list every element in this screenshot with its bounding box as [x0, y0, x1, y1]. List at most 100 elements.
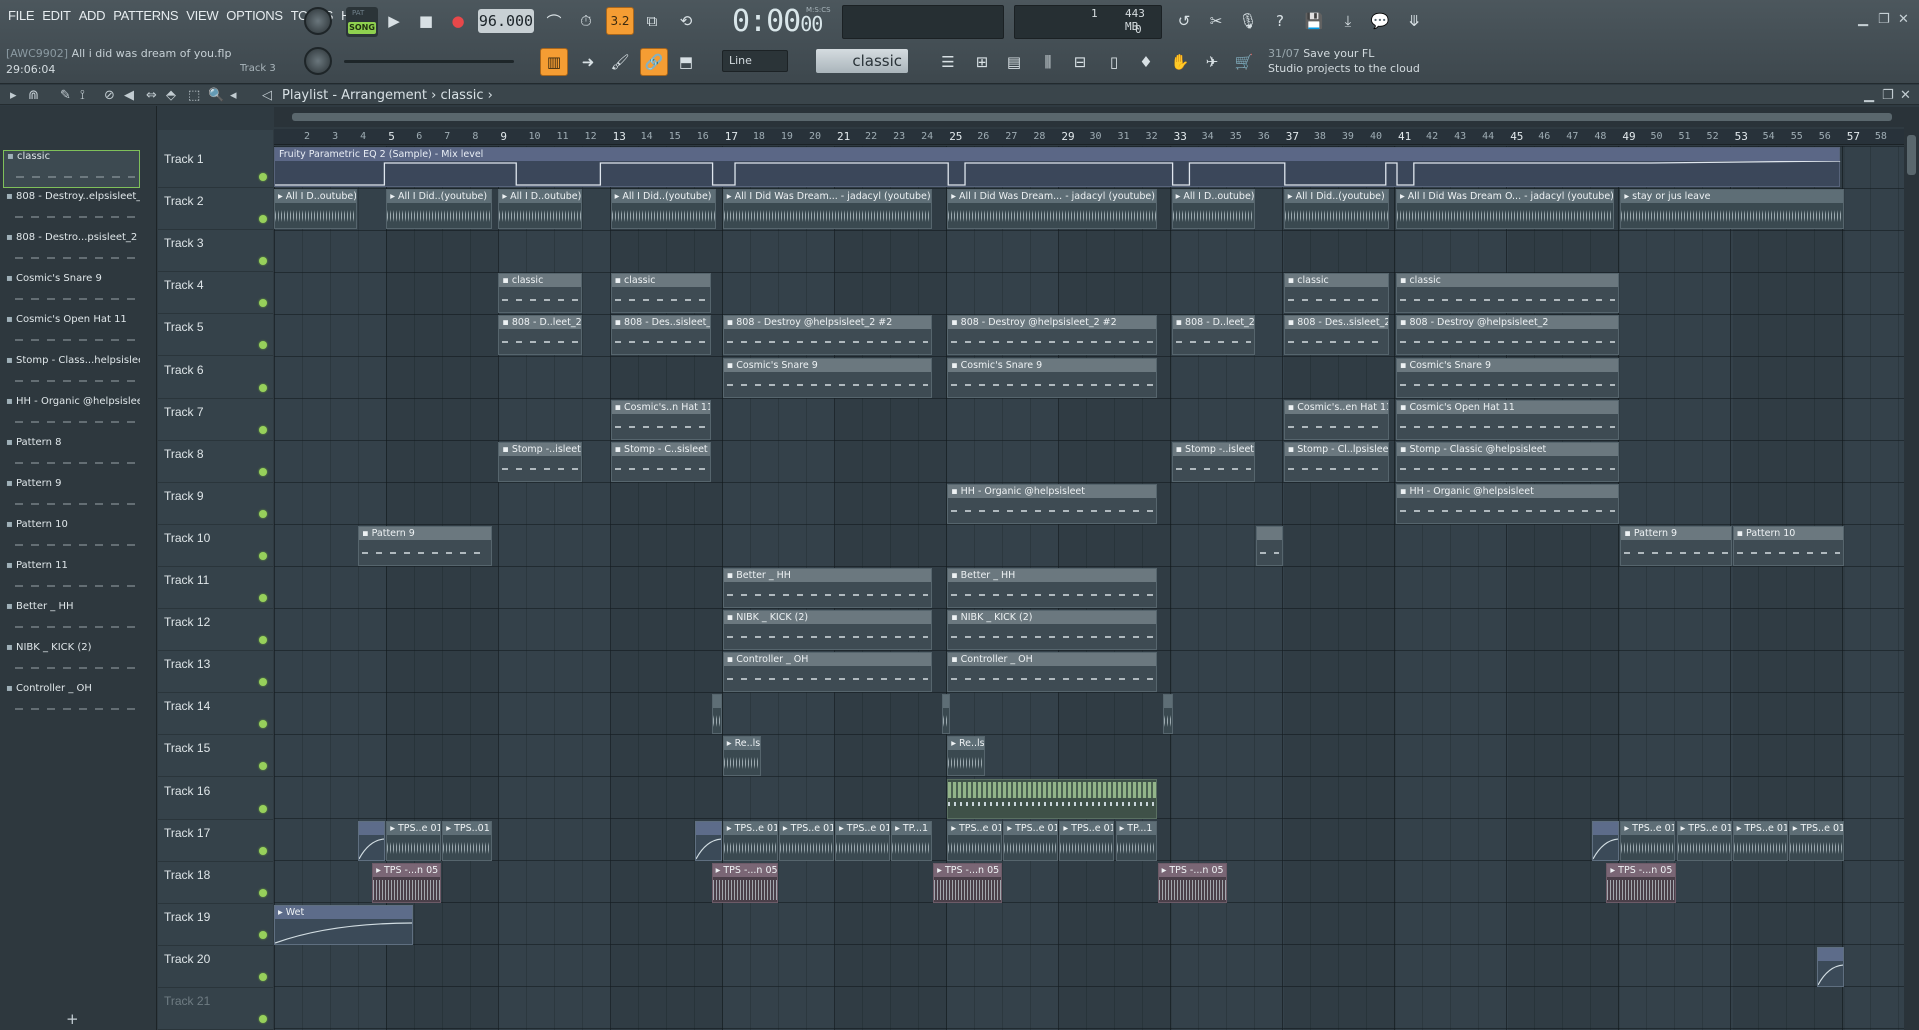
- cut-icon[interactable]: ✂: [1202, 7, 1230, 35]
- playlist-clip[interactable]: ▸ TPS..e 01: [1788, 820, 1844, 861]
- paint-icon[interactable]: ⟟: [80, 88, 85, 103]
- track-header[interactable]: Track 17: [158, 820, 273, 862]
- piano-roll-icon[interactable]: ▥: [540, 48, 568, 76]
- wait-input-icon[interactable]: ⏱: [572, 7, 600, 35]
- playlist-clip[interactable]: ▸ Wet: [274, 904, 414, 945]
- picker-item[interactable]: 808 - Destro...psisleet_2 #2: [3, 232, 140, 270]
- plugin-database-icon[interactable]: ♦: [1132, 48, 1160, 76]
- menu-patterns[interactable]: PATTERNS: [109, 8, 182, 23]
- track-header[interactable]: Track 8: [158, 441, 273, 483]
- playlist-clip[interactable]: [694, 820, 722, 861]
- mixer-icon[interactable]: ⫼: [1034, 48, 1062, 76]
- playlist-clip[interactable]: [358, 820, 386, 861]
- track-header[interactable]: Track 7: [158, 399, 273, 441]
- slice-icon[interactable]: ⬘: [166, 88, 176, 103]
- track-header[interactable]: Track 4: [158, 272, 273, 315]
- select-icon[interactable]: ⬚: [188, 88, 200, 103]
- playlist-clip[interactable]: ▪ classic: [1283, 273, 1390, 314]
- step-sequencer-icon[interactable]: ⊞: [968, 48, 996, 76]
- playlist-clip[interactable]: ▪ Better _ HH: [947, 568, 1157, 608]
- horizontal-scrollbar[interactable]: [274, 107, 1904, 127]
- browser-icon[interactable]: ⊟: [1066, 48, 1094, 76]
- playlist-clip[interactable]: ▪ 808 - Des..sisleet_2: [1283, 315, 1390, 356]
- playlist-clip[interactable]: ▪ Cosmic's Snare 9: [947, 357, 1157, 398]
- track-header[interactable]: Track 5: [158, 314, 273, 357]
- timeline-ruler[interactable]: 2 3 4 5 6 7 8 9 10 11 12 13 14 15 16 17 18 19 20 21 22 23 24 25…: [274, 129, 1904, 145]
- snap-select[interactable]: Line: [722, 50, 788, 72]
- track-mute-led[interactable]: [259, 888, 267, 897]
- main-pitch-knob[interactable]: [304, 47, 332, 75]
- playlist-icon[interactable]: ☰: [934, 48, 962, 76]
- playlist-clip[interactable]: ▸ TPS..e 01: [722, 820, 778, 861]
- playlist-clip[interactable]: ▸ All I Did..(youtube): [610, 189, 717, 230]
- playlist-clip[interactable]: ▪ Cosmic's..n Hat 11: [610, 399, 711, 440]
- metronome-icon[interactable]: ⌒: [540, 7, 568, 35]
- playlist-clip[interactable]: ▪ 808 - Des..sisleet_2: [610, 315, 711, 356]
- vertical-scrollbar[interactable]: [1904, 107, 1919, 1030]
- menu-add[interactable]: ADD: [75, 8, 110, 23]
- slip-icon[interactable]: ⇔: [146, 88, 157, 103]
- news-panel[interactable]: 31/07 Save your FL Studio projects to th…: [1268, 46, 1428, 76]
- picker-item[interactable]: Cosmic's Open Hat 11: [3, 314, 140, 352]
- brush-icon[interactable]: 🖌: [606, 48, 634, 76]
- add-pattern-icon[interactable]: +: [66, 1010, 79, 1028]
- play-icon[interactable]: ▶: [380, 7, 408, 35]
- magnet-icon[interactable]: ⋒: [28, 88, 39, 103]
- playlist-clip[interactable]: ▸ TPS..e 01: [1676, 820, 1732, 861]
- picker-item[interactable]: HH - Organic @helpsisleet: [3, 396, 140, 434]
- picker-item[interactable]: Controller _ OH: [3, 683, 140, 721]
- menu-options[interactable]: OPTIONS: [222, 8, 286, 23]
- track-header[interactable]: Track 2: [158, 188, 273, 231]
- playlist-clip[interactable]: ▪ 808 - D..leet_2: [498, 315, 582, 356]
- playlist-clip[interactable]: ▪ Controller _ OH: [947, 652, 1157, 693]
- track-mute-led[interactable]: [259, 425, 267, 434]
- chat-icon[interactable]: 💬: [1366, 7, 1394, 35]
- picker-item[interactable]: Cosmic's Snare 9: [3, 273, 140, 311]
- playlist-clip[interactable]: ▸ Re..ls: [722, 736, 762, 777]
- playlist-clip[interactable]: ▪ Better _ HH: [722, 568, 933, 608]
- track-mute-led[interactable]: [259, 1015, 267, 1023]
- track-mute-led[interactable]: [259, 972, 267, 981]
- master-volume-knob[interactable]: [304, 7, 332, 35]
- playlist-clip[interactable]: ▸ TPS..e 01: [1003, 820, 1059, 861]
- menu-view[interactable]: VIEW: [182, 8, 222, 23]
- track-mute-led[interactable]: [259, 762, 267, 771]
- playlist-clip[interactable]: ▪ Pattern 9: [358, 525, 492, 566]
- playlist-clip[interactable]: ▸ All I Did Was Dream... - jadacyl (yout…: [722, 189, 933, 230]
- playlist-clip[interactable]: [1816, 946, 1844, 987]
- track-header[interactable]: Track 14: [158, 693, 273, 736]
- track-mute-led[interactable]: [259, 383, 267, 392]
- picker-item[interactable]: Pattern 9: [3, 478, 140, 516]
- playlist-clip[interactable]: ▸ TP...1: [891, 820, 933, 861]
- playlist-maximize-icon[interactable]: ❐: [1882, 88, 1894, 103]
- touch-controller-icon[interactable]: ✋: [1166, 48, 1194, 76]
- playlist-clip[interactable]: ▸ TPS..01: [442, 820, 492, 861]
- playlist-clip[interactable]: [1592, 820, 1620, 861]
- playlist-clip[interactable]: ▸ TPS..e 01: [1732, 820, 1788, 861]
- close-icon[interactable]: ✕: [1898, 12, 1909, 27]
- restore-icon[interactable]: ❐: [1878, 12, 1890, 27]
- track-header[interactable]: Track 11: [158, 567, 273, 609]
- playlist-clip[interactable]: ▪ Stomp -..isleet: [498, 441, 582, 482]
- playlist-clip[interactable]: ▪ HH - Organic @helpsisleet: [1396, 483, 1620, 524]
- playlist-clip[interactable]: ▸ stay or jus leave: [1620, 189, 1844, 230]
- menu-edit[interactable]: EDIT: [38, 8, 74, 23]
- playlist-clip[interactable]: ▪ Cosmic's..en Hat 11: [1283, 399, 1390, 440]
- playlist-clip[interactable]: ▪ 808 - D..leet_2: [1171, 315, 1255, 356]
- playlist-clip[interactable]: ▪ Stomp - C..sisleet: [610, 441, 711, 482]
- playlist-clip[interactable]: ▸ Re..ls: [947, 736, 986, 777]
- arrow-icon[interactable]: ➜: [574, 48, 602, 76]
- track-header[interactable]: Track 19: [158, 904, 273, 946]
- track-header[interactable]: Track 12: [158, 609, 273, 652]
- playlist-clip[interactable]: ▪ classic: [610, 273, 711, 314]
- vertical-scrollbar-thumb[interactable]: [1907, 135, 1916, 175]
- track-header[interactable]: Track 1: [158, 146, 273, 188]
- track-header[interactable]: Track 18: [158, 862, 273, 904]
- track-header[interactable]: Track 21: [158, 988, 273, 1030]
- playlist-clip[interactable]: ▸ All I D..outube): [274, 189, 358, 230]
- download-icon[interactable]: ⤋: [1400, 7, 1428, 35]
- playlist-clip[interactable]: ▸ TPS..e 01: [947, 820, 1003, 861]
- track-header[interactable]: Track 20: [158, 946, 273, 988]
- playlist-clip[interactable]: ▸ All I Did..(youtube): [386, 189, 492, 230]
- playlist-clip[interactable]: ▪ Stomp - Cl..lpsisleet: [1283, 441, 1390, 482]
